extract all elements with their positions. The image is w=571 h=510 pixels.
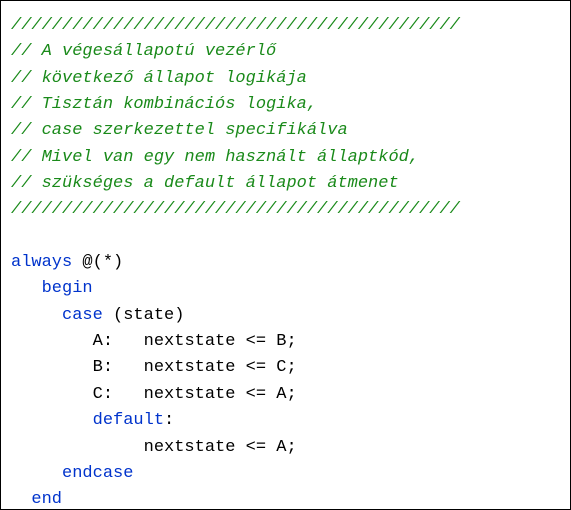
default-colon: : (164, 411, 174, 430)
comment-line-5: // Mivel van egy nem használt állaptkód, (11, 148, 419, 167)
sensitivity-list: @(*) (72, 253, 123, 272)
keyword-default: default (93, 411, 164, 430)
comment-line-1: // A végesállapotú vezérlő (11, 42, 276, 61)
code-block: ////////////////////////////////////////… (0, 0, 571, 510)
comment-bar-top: ////////////////////////////////////////… (11, 16, 460, 35)
keyword-endcase: endcase (62, 464, 133, 483)
case-row-a: A: nextstate <= B; (93, 332, 297, 351)
comment-line-6: // szükséges a default állapot átmenet (11, 174, 399, 193)
comment-bar-bottom: ////////////////////////////////////////… (11, 200, 460, 219)
keyword-always: always (11, 253, 72, 272)
keyword-case: case (62, 306, 103, 325)
comment-line-2: // következő állapot logikája (11, 69, 307, 88)
default-statement: nextstate <= A; (144, 438, 297, 457)
keyword-begin: begin (42, 279, 93, 298)
case-expression: (state) (103, 306, 185, 325)
case-row-c: C: nextstate <= A; (93, 385, 297, 404)
case-row-b: B: nextstate <= C; (93, 358, 297, 377)
keyword-end: end (31, 490, 62, 509)
comment-line-4: // case szerkezettel specifikálva (11, 121, 348, 140)
comment-line-3: // Tisztán kombinációs logika, (11, 95, 317, 114)
